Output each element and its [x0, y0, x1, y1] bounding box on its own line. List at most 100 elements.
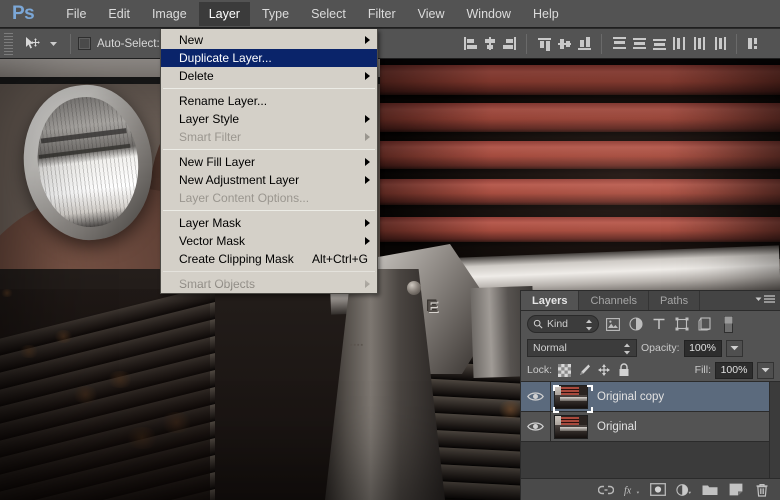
eye-icon: [527, 392, 544, 401]
pixel-layer-filter-icon[interactable]: [604, 315, 622, 333]
menu-help[interactable]: Help: [523, 2, 569, 26]
submenu-arrow-icon: [365, 158, 370, 166]
menu-item-duplicate-layer[interactable]: Duplicate Layer...: [161, 49, 377, 67]
align-bottom-edges-icon[interactable]: [574, 33, 594, 55]
menu-item-layer-style[interactable]: Layer Style: [161, 110, 377, 128]
align-right-edges-icon[interactable]: [499, 33, 519, 55]
layer-thumbnail[interactable]: [551, 384, 593, 413]
new-layer-icon[interactable]: [728, 482, 744, 498]
submenu-arrow-icon: [365, 219, 370, 227]
layer-row[interactable]: Original copy: [521, 382, 780, 413]
smart-object-filter-icon[interactable]: [696, 315, 714, 333]
distribute-horizontal-centers-icon[interactable]: [689, 33, 709, 55]
move-tool-button[interactable]: [19, 35, 44, 52]
opacity-value-field[interactable]: 100%: [683, 339, 722, 357]
fill-dropdown-button[interactable]: [757, 361, 774, 379]
submenu-arrow-icon: [365, 176, 370, 184]
layer-row[interactable]: Original: [521, 412, 780, 442]
tab-paths[interactable]: Paths: [649, 291, 701, 310]
menu-edit[interactable]: Edit: [98, 2, 140, 26]
type-layer-filter-icon[interactable]: [650, 315, 668, 333]
menu-item-create-clipping-mask[interactable]: Create Clipping Mask Alt+Ctrl+G: [161, 250, 377, 268]
auto-align-layers-icon[interactable]: [744, 33, 764, 55]
align-left-edges-icon[interactable]: [459, 33, 479, 55]
menu-bar-items: File Edit Image Layer Type Select Filter View Wi…: [56, 1, 570, 26]
layer-style-fx-icon[interactable]: fx: [624, 482, 640, 498]
menu-item-new[interactable]: New: [161, 31, 377, 49]
options-bar: Auto-Select:: [0, 29, 780, 59]
layer-list[interactable]: Original copy Original: [521, 381, 780, 478]
options-bar-grip[interactable]: [4, 32, 13, 55]
menu-window[interactable]: Window: [457, 2, 521, 26]
tab-channels[interactable]: Channels: [579, 291, 649, 310]
menu-layer[interactable]: Layer: [198, 1, 250, 26]
layer-filter-row: Kind: [521, 311, 780, 337]
opacity-label: Opacity:: [641, 342, 680, 354]
menu-filter[interactable]: Filter: [358, 2, 406, 26]
alignment-icon-group: [459, 33, 764, 55]
menu-type[interactable]: Type: [252, 2, 299, 26]
lock-transparent-pixels-icon[interactable]: [556, 362, 572, 378]
link-layers-icon[interactable]: [598, 482, 614, 498]
distribute-top-edges-icon[interactable]: [609, 33, 629, 55]
menu-select[interactable]: Select: [301, 2, 356, 26]
panel-tab-bar: Layers Channels Paths: [521, 291, 780, 311]
auto-select-checkbox[interactable]: [78, 37, 91, 50]
blend-mode-stepper-icon[interactable]: [623, 343, 631, 358]
layer-rows-host: Original copy Original: [521, 382, 780, 442]
new-group-icon[interactable]: [702, 482, 718, 498]
distribute-right-edges-icon[interactable]: [709, 33, 729, 55]
distribute-vertical-centers-icon[interactable]: [629, 33, 649, 55]
menu-separator: [163, 210, 375, 211]
new-adjustment-layer-icon[interactable]: [676, 482, 692, 498]
menu-item-label: Smart Objects: [179, 277, 256, 291]
adjustment-layer-filter-icon[interactable]: [627, 315, 645, 333]
menu-group: New Duplicate Layer... Delete: [161, 31, 377, 85]
menu-item-label: Delete: [179, 69, 214, 83]
menu-image[interactable]: Image: [142, 2, 197, 26]
layer-menu-dropdown[interactable]: New Duplicate Layer... Delete Rename Layer.…: [160, 29, 378, 294]
menu-group: Smart Objects: [161, 275, 377, 293]
thumbnail-chrome: [560, 426, 587, 431]
submenu-arrow-icon: [365, 115, 370, 123]
delete-layer-icon[interactable]: [754, 482, 770, 498]
layers-panel-footer: fx: [521, 478, 780, 500]
tab-layers[interactable]: Layers: [521, 291, 580, 310]
photoshop-logo: Ps: [12, 2, 35, 24]
blend-mode-select[interactable]: Normal: [527, 339, 637, 357]
menu-separator: [163, 271, 375, 272]
fill-value-field[interactable]: 100%: [715, 361, 753, 379]
align-vertical-centers-icon[interactable]: [554, 33, 574, 55]
menu-item-delete[interactable]: Delete: [161, 67, 377, 85]
align-top-edges-icon[interactable]: [534, 33, 554, 55]
layer-filter-kind-select[interactable]: Kind: [527, 315, 599, 333]
lock-all-icon[interactable]: [616, 362, 632, 378]
kind-stepper-icon[interactable]: [585, 319, 593, 334]
menu-item-layer-mask[interactable]: Layer Mask: [161, 214, 377, 232]
distribute-bottom-edges-icon[interactable]: [649, 33, 669, 55]
opacity-dropdown-button[interactable]: [725, 339, 743, 357]
lock-position-icon[interactable]: [596, 362, 612, 378]
distribute-left-edges-icon[interactable]: [669, 33, 689, 55]
layer-visibility-toggle[interactable]: [521, 412, 551, 441]
auto-select-label: Auto-Select:: [97, 37, 160, 50]
menu-item-new-adjustment-layer[interactable]: New Adjustment Layer: [161, 171, 377, 189]
add-layer-mask-icon[interactable]: [650, 482, 666, 498]
layer-list-scrollbar[interactable]: [769, 382, 780, 478]
menu-view[interactable]: View: [408, 2, 455, 26]
menu-item-label: Layer Content Options...: [179, 191, 310, 205]
search-icon: [533, 319, 543, 329]
layer-thumbnail[interactable]: [551, 414, 591, 439]
shape-layer-filter-icon[interactable]: [673, 315, 691, 333]
panel-menu-icon[interactable]: [755, 295, 775, 304]
menu-item-vector-mask[interactable]: Vector Mask: [161, 232, 377, 250]
menu-file[interactable]: File: [56, 2, 96, 26]
tool-preset-dropdown[interactable]: [44, 38, 63, 49]
filter-toggle-switch[interactable]: [719, 315, 737, 333]
lock-image-pixels-icon[interactable]: [576, 362, 592, 378]
layer-thumbnail-image: [554, 414, 588, 439]
layer-visibility-toggle[interactable]: [521, 382, 551, 411]
menu-item-new-fill-layer[interactable]: New Fill Layer: [161, 153, 377, 171]
menu-item-rename-layer[interactable]: Rename Layer...: [161, 92, 377, 110]
align-horizontal-centers-icon[interactable]: [479, 33, 499, 55]
